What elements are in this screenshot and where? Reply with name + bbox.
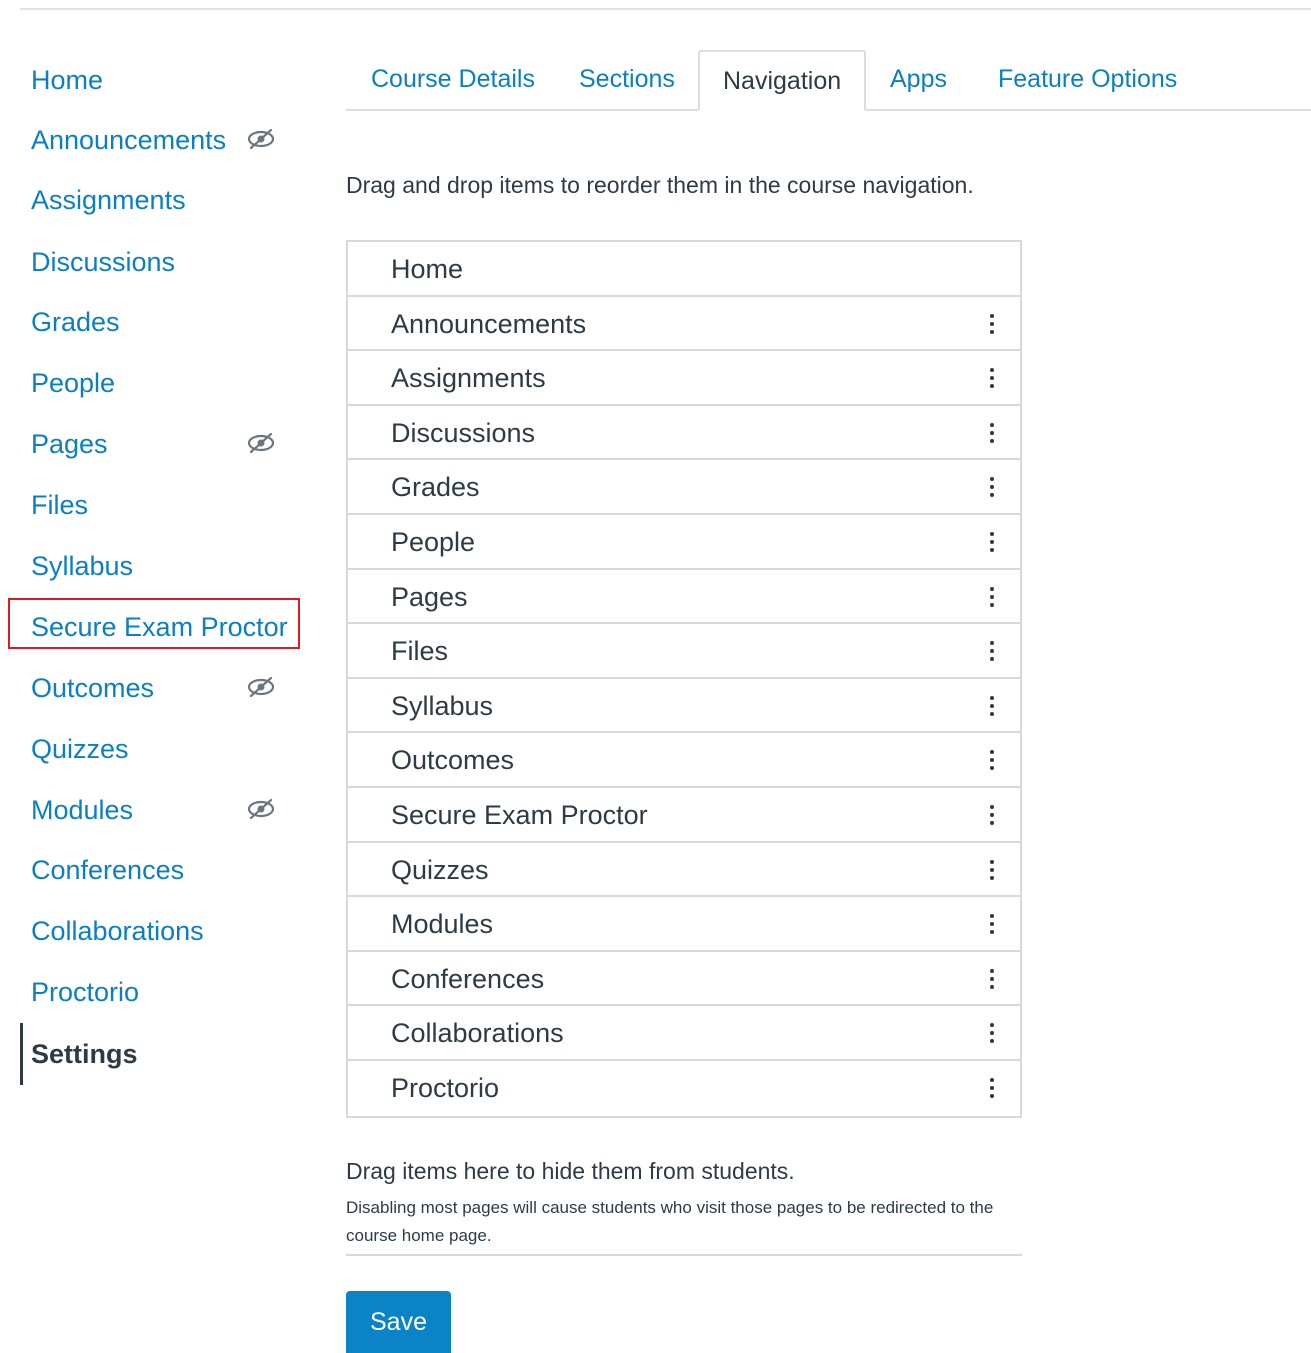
course-nav-item-grades[interactable]: Grades (31, 302, 120, 342)
tab-navigation[interactable]: Navigation (698, 50, 867, 111)
course-nav-item-home[interactable]: Home (31, 60, 103, 100)
nav-list-item-label: Announcements (391, 308, 587, 339)
eye-slash-icon (246, 128, 276, 150)
nav-list-item-pages[interactable]: Pages (348, 570, 1020, 625)
nav-list-item-syllabus[interactable]: Syllabus (348, 679, 1020, 734)
course-nav-item-pages[interactable]: Pages (31, 424, 108, 464)
eye-slash-icon (246, 798, 276, 820)
nav-list-item-grades[interactable]: Grades (348, 460, 1020, 515)
course-nav-item-settings[interactable]: Settings (31, 1034, 138, 1074)
hidden-items-title: Drag items here to hide them from studen… (346, 1158, 795, 1184)
kebab-menu-icon[interactable] (982, 856, 1002, 884)
nav-list-item-label: Conferences (391, 963, 545, 994)
course-nav-item-collaborations[interactable]: Collaborations (31, 911, 204, 951)
nav-list-item-assignments[interactable]: Assignments (348, 351, 1020, 406)
nav-list-item-modules[interactable]: Modules (348, 897, 1020, 952)
tab-sections[interactable]: Sections (579, 50, 675, 110)
settings-tabs: Course Details Sections Navigation Apps … (346, 50, 1311, 111)
nav-list-item-label: Proctorio (391, 1072, 500, 1103)
kebab-menu-icon[interactable] (982, 965, 1002, 993)
course-nav-item-discussions[interactable]: Discussions (31, 242, 175, 282)
nav-list-item-label: Syllabus (391, 690, 494, 721)
kebab-menu-icon[interactable] (982, 528, 1002, 556)
hidden-items-note: Disabling most pages will cause students… (346, 1198, 994, 1245)
course-nav-item-modules[interactable]: Modules (31, 790, 133, 830)
course-nav-item-quizzes[interactable]: Quizzes (31, 729, 129, 769)
kebab-menu-icon[interactable] (982, 583, 1002, 611)
nav-list-item-announcements[interactable]: Announcements (348, 297, 1020, 352)
kebab-menu-icon[interactable] (982, 1019, 1002, 1047)
nav-list-item-label: Pages (391, 581, 468, 612)
kebab-menu-icon[interactable] (982, 1074, 1002, 1102)
nav-list-item-quizzes[interactable]: Quizzes (348, 843, 1020, 898)
course-nav-item-announcements[interactable]: Announcements (31, 120, 226, 160)
nav-list-item-label: Grades (391, 472, 480, 503)
kebab-menu-icon[interactable] (982, 364, 1002, 392)
nav-list-item-secure-exam-proctor[interactable]: Secure Exam Proctor (348, 788, 1020, 843)
nav-list-item-label: Home (391, 254, 464, 284)
course-nav-item-proctorio[interactable]: Proctorio (31, 972, 139, 1012)
kebab-menu-icon[interactable] (982, 692, 1002, 720)
course-nav-item-syllabus[interactable]: Syllabus (31, 546, 133, 586)
tab-feature-options[interactable]: Feature Options (998, 50, 1177, 110)
nav-list-item-label: Assignments (391, 363, 546, 394)
nav-list-item-label: Secure Exam Proctor (391, 799, 648, 830)
tab-course-details[interactable]: Course Details (371, 50, 535, 110)
highlight-annotation-box (8, 598, 300, 649)
nav-list-item-outcomes[interactable]: Outcomes (348, 733, 1020, 788)
kebab-menu-icon[interactable] (982, 801, 1002, 829)
nav-list-item-people[interactable]: People (348, 515, 1020, 570)
nav-list-item-label: Files (391, 636, 449, 667)
eye-slash-icon (246, 432, 276, 454)
nav-list-item-label: Quizzes (391, 854, 489, 885)
reorder-instructions: Drag and drop items to reorder them in t… (346, 172, 974, 198)
course-nav-item-conferences[interactable]: Conferences (31, 850, 184, 890)
nav-list-item-home[interactable]: Home (348, 242, 1020, 297)
eye-slash-icon (246, 676, 276, 698)
nav-list-item-files[interactable]: Files (348, 624, 1020, 679)
kebab-menu-icon[interactable] (982, 310, 1002, 338)
top-divider (20, 8, 1311, 10)
nav-list-item-label: Discussions (391, 417, 536, 448)
nav-list-item-conferences[interactable]: Conferences (348, 952, 1020, 1007)
nav-list-item-label: Collaborations (391, 1018, 564, 1049)
course-nav-item-assignments[interactable]: Assignments (31, 180, 186, 220)
active-indicator (20, 1023, 23, 1085)
course-nav-item-files[interactable]: Files (31, 485, 88, 525)
tab-apps[interactable]: Apps (890, 50, 947, 110)
nav-list-item-label: People (391, 526, 476, 557)
nav-list-item-proctorio[interactable]: Proctorio (348, 1061, 1020, 1116)
nav-list-item-discussions[interactable]: Discussions (348, 406, 1020, 461)
enabled-nav-list: Home Announcements Assignments Discussions G… (346, 240, 1022, 1118)
kebab-menu-icon[interactable] (982, 910, 1002, 938)
course-nav-item-outcomes[interactable]: Outcomes (31, 668, 154, 708)
nav-list-item-label: Modules (391, 909, 494, 940)
kebab-menu-icon[interactable] (982, 637, 1002, 665)
hidden-items-dropzone[interactable] (346, 1254, 1022, 1256)
kebab-menu-icon[interactable] (982, 746, 1002, 774)
nav-list-item-collaborations[interactable]: Collaborations (348, 1006, 1020, 1061)
kebab-menu-icon[interactable] (982, 419, 1002, 447)
save-button[interactable]: Save (346, 1291, 451, 1353)
nav-list-item-label: Outcomes (391, 745, 515, 776)
kebab-menu-icon[interactable] (982, 473, 1002, 501)
course-nav-item-people[interactable]: People (31, 363, 115, 403)
